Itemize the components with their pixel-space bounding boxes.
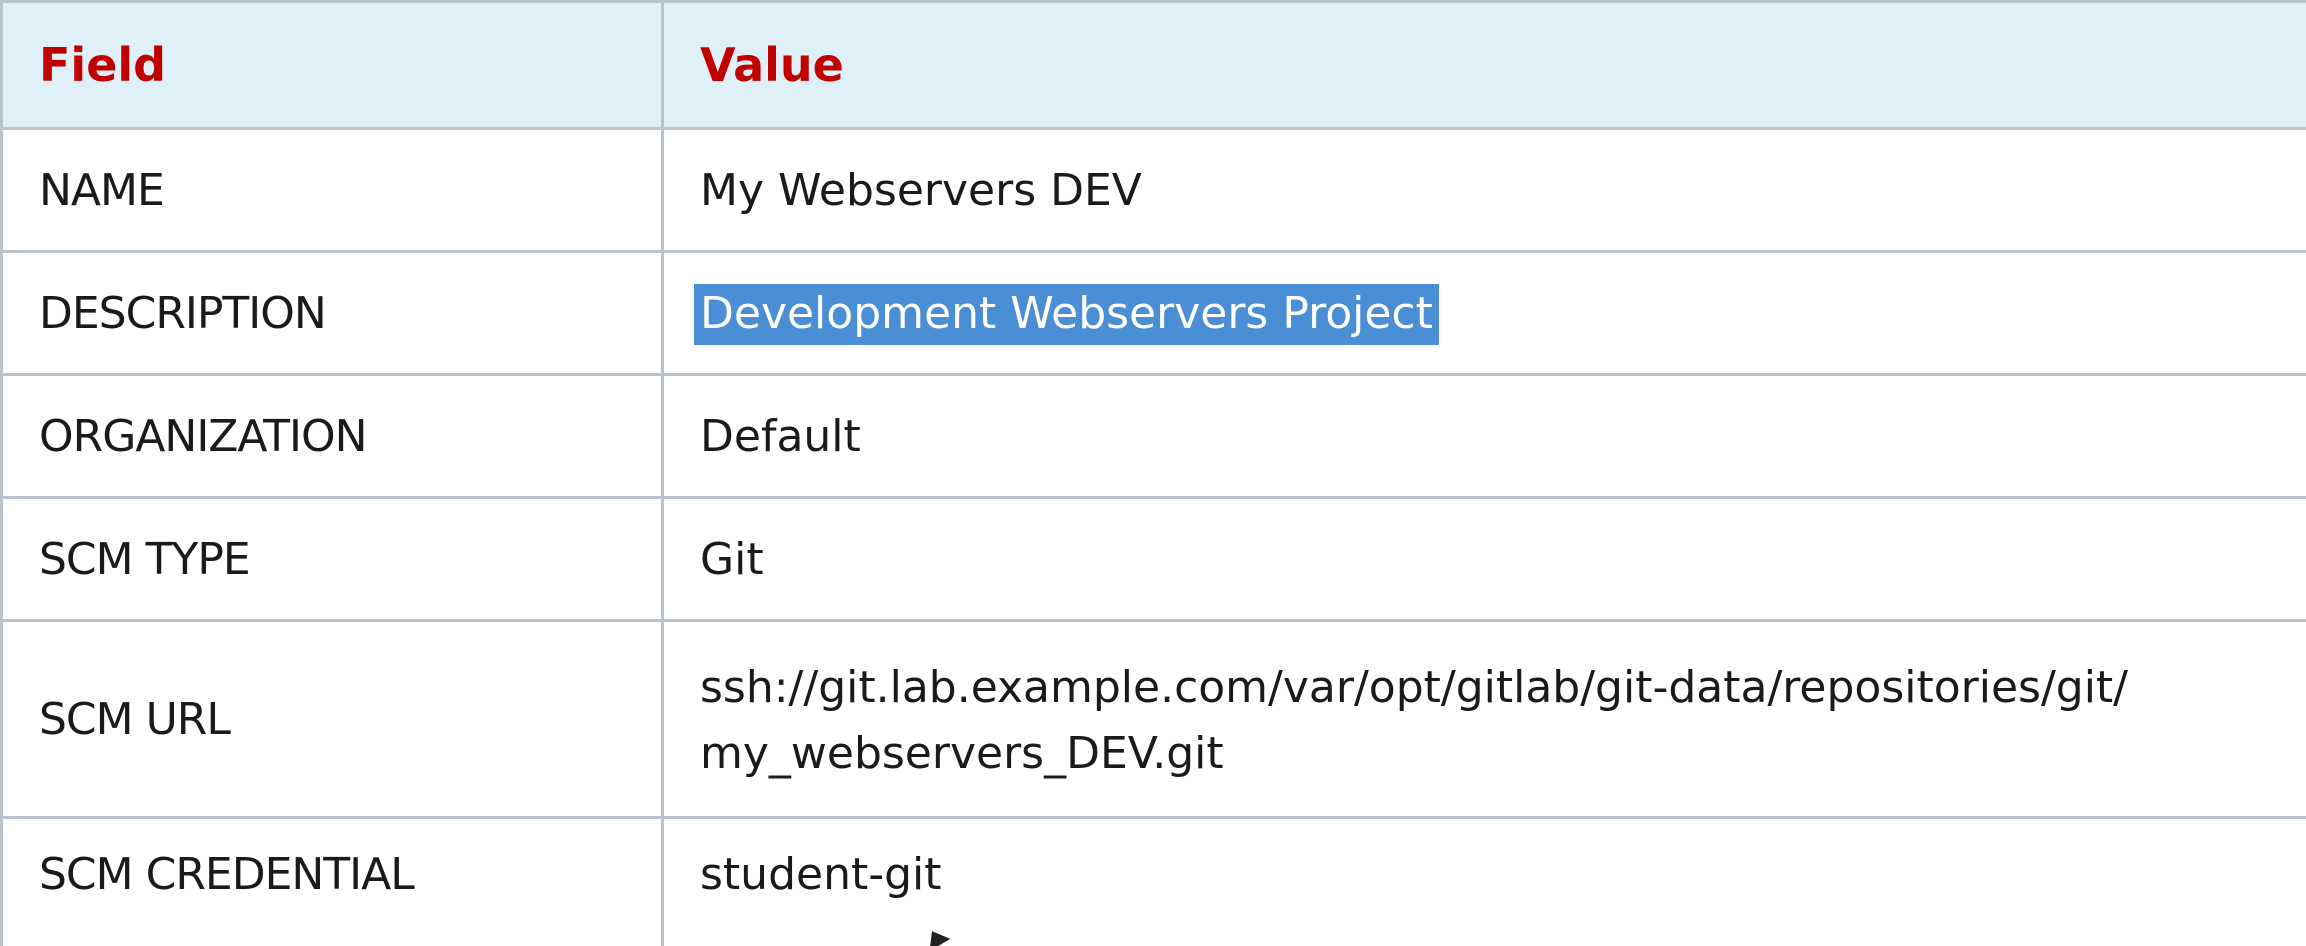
header-field: Field (0, 0, 664, 130)
field-cell: ORGANIZATION (0, 373, 664, 499)
table-header-row: Field Value (0, 0, 2306, 130)
value-cell[interactable]: Development Webservers Project (661, 250, 2306, 376)
value-cell[interactable]: My Webservers DEV (661, 127, 2306, 253)
value-cell[interactable]: Default (661, 373, 2306, 499)
table-row-organization: ORGANIZATION Default (0, 373, 2306, 499)
field-cell: SCM CREDENTIAL (0, 816, 664, 946)
url-line-2[interactable]: my_webservers_DEV.git (700, 721, 2305, 787)
value-cell[interactable]: ssh://git.lab.example.com/var/opt/gitlab… (661, 619, 2306, 819)
field-cell: DESCRIPTION (0, 250, 664, 376)
table-row-description: DESCRIPTION Development Webservers Proje… (0, 250, 2306, 376)
field-cell: SCM TYPE (0, 496, 664, 622)
table-row-scm-url: SCM URL ssh://git.lab.example.com/var/op… (0, 619, 2306, 819)
header-value: Value (661, 0, 2306, 130)
table-row-scm-credential: SCM CREDENTIAL student-git (0, 816, 2306, 946)
selected-text-highlight[interactable]: Development Webservers Project (694, 283, 1439, 345)
field-cell: NAME (0, 127, 664, 253)
value-cell[interactable]: student-git (661, 816, 2306, 946)
field-cell: SCM URL (0, 619, 664, 819)
table-row-name: NAME My Webservers DEV (0, 127, 2306, 253)
url-line-1[interactable]: ssh://git.lab.example.com/var/opt/gitlab… (700, 655, 2305, 721)
value-cell[interactable]: Git (661, 496, 2306, 622)
field-value-table: Field Value NAME My Webservers DEV DESCR… (0, 0, 2306, 946)
table-row-scm-type: SCM TYPE Git (0, 496, 2306, 622)
